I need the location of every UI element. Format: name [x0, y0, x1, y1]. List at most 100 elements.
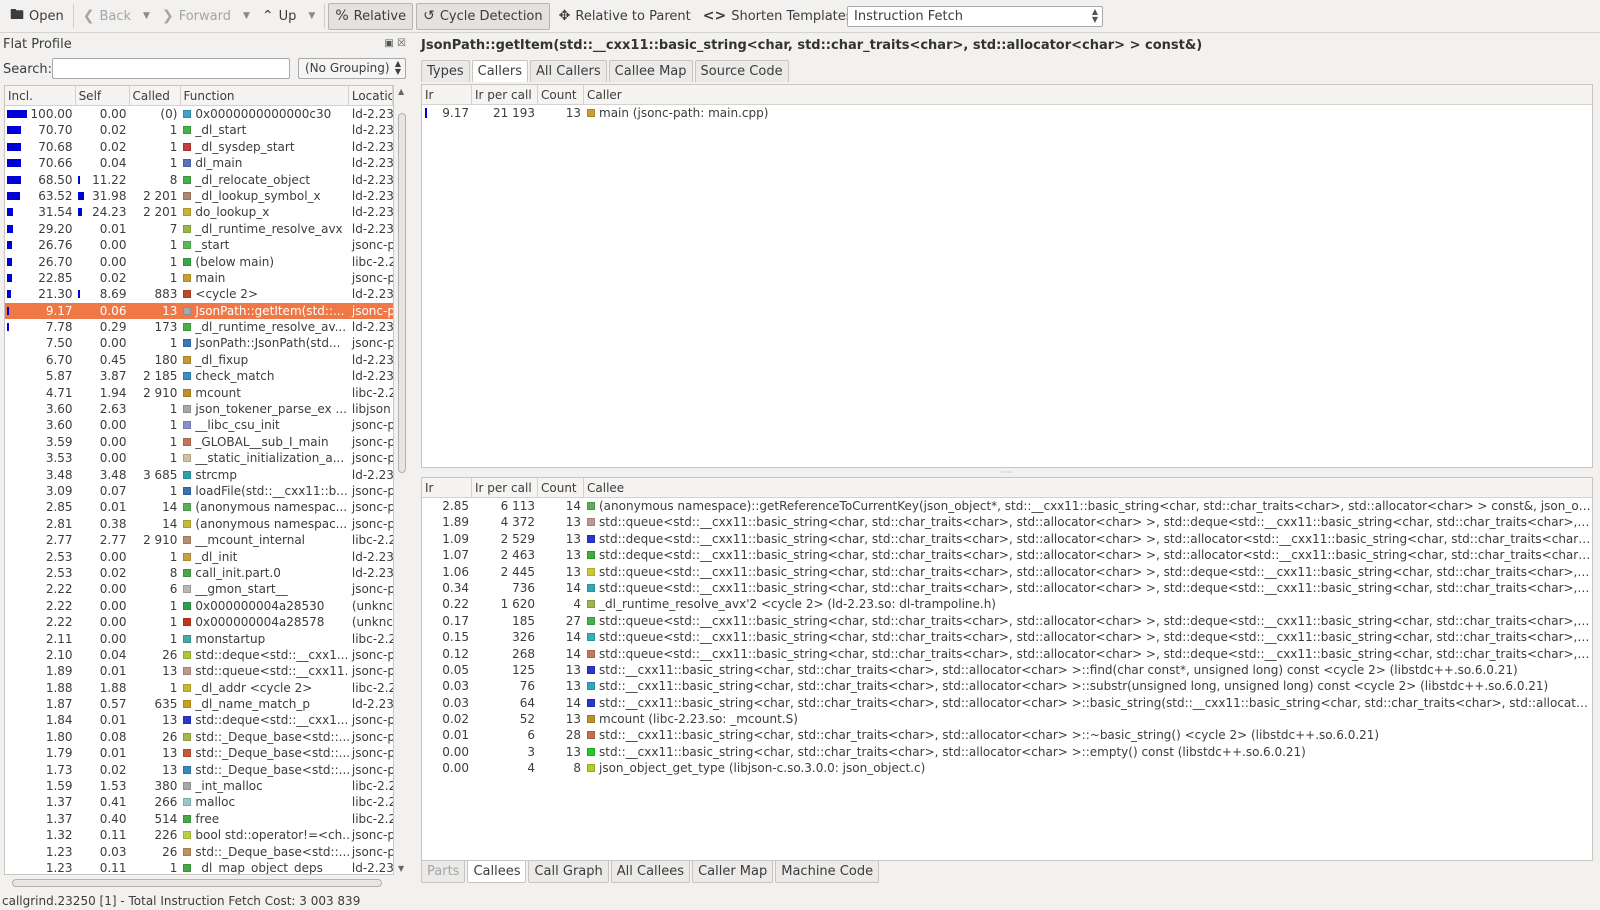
- list-item[interactable]: 0.05 125 13 std::__cxx11::basic_string<char…: [422, 662, 1592, 678]
- table-row[interactable]: 1.89 0.01 13 std::queue<std::__cxx11... json…: [5, 663, 393, 679]
- table-row[interactable]: 2.53 0.02 8 call_init.part.0 ld-2.23: [5, 565, 393, 581]
- table-row[interactable]: 7.50 0.00 1 JsonPath::JsonPath(std... jsonc-…: [5, 335, 393, 351]
- list-item[interactable]: 0.34 736 14 std::queue<std::__cxx11::basic_…: [422, 580, 1592, 596]
- relative-toggle[interactable]: % Relative: [328, 2, 414, 30]
- table-row[interactable]: 1.59 1.53 380 _int_malloc libc-2.2: [5, 778, 393, 794]
- tab-callees[interactable]: Callees: [467, 861, 527, 883]
- table-row[interactable]: 70.68 0.02 1 _dl_sysdep_start ld-2.23: [5, 139, 393, 155]
- forward-button[interactable]: ❯ Forward: [156, 3, 237, 30]
- table-row[interactable]: 3.09 0.07 1 loadFile(std::__cxx11::b... json…: [5, 483, 393, 499]
- flat-profile-vscroll[interactable]: ▲ ▼: [396, 85, 408, 875]
- table-row[interactable]: 3.60 0.00 1 __libc_csu_init jsonc-p: [5, 417, 393, 433]
- table-row[interactable]: 1.87 0.57 635 _dl_name_match_p ld-2.23: [5, 696, 393, 712]
- cycle-detection-toggle[interactable]: ↺ Cycle Detection: [416, 2, 550, 30]
- list-item[interactable]: 0.02 52 13 mcount (libc-2.23.so: _mcount.S): [422, 711, 1592, 727]
- event-type-combo[interactable]: Instruction Fetch ▲ ▼: [847, 6, 1103, 27]
- table-row[interactable]: 21.30 8.69 883 <cycle 2> ld-2.23: [5, 286, 393, 302]
- flat-profile-table[interactable]: Incl. Self Called Function Location 100.…: [4, 85, 394, 875]
- table-row[interactable]: 2.11 0.00 1 monstartup libc-2.2: [5, 631, 393, 647]
- table-row[interactable]: 3.60 2.63 1 json_tokener_parse_ex ... libjso…: [5, 401, 393, 417]
- tab-caller-map[interactable]: Caller Map: [692, 861, 774, 883]
- table-row[interactable]: 1.80 0.08 26 std::_Deque_base<std::... jsonc…: [5, 729, 393, 745]
- callees-list[interactable]: Ir Ir per call Count Callee 2.85 6 113 14(…: [421, 477, 1593, 861]
- table-row[interactable]: 63.52 31.98 2 201 _dl_lookup_symbol_x ld-2.2…: [5, 188, 393, 204]
- table-row[interactable]: 2.81 0.38 14 (anonymous namespac... jsonc-p: [5, 516, 393, 532]
- table-row[interactable]: 29.20 0.01 7 _dl_runtime_resolve_avx ld-2.23: [5, 221, 393, 237]
- table-row[interactable]: 2.22 0.00 1 0x000000004a28578 (unknc: [5, 614, 393, 630]
- col-caller[interactable]: Caller: [584, 85, 1592, 104]
- table-row[interactable]: 2.53 0.00 1 _dl_init ld-2.23: [5, 549, 393, 565]
- shorten-templates-toggle[interactable]: <> Shorten Templates: [697, 3, 859, 30]
- col-count[interactable]: Count: [538, 85, 584, 104]
- table-row[interactable]: 2.22 0.00 1 0x000000004a28530 (unknc: [5, 598, 393, 614]
- table-row[interactable]: 2.10 0.04 26 std::deque<std::__cxx1... jsonc…: [5, 647, 393, 663]
- search-input[interactable]: [52, 58, 290, 79]
- list-item[interactable]: 1.89 4 372 13 std::queue<std::__cxx11::basi…: [422, 514, 1592, 530]
- col-function[interactable]: Function: [181, 86, 349, 105]
- col-incl[interactable]: Incl.: [5, 86, 76, 105]
- col-count[interactable]: Count: [538, 478, 584, 497]
- table-row[interactable]: 1.23 0.03 26 std::_Deque_base<std::... jsonc…: [5, 844, 393, 860]
- list-item[interactable]: 1.06 2 445 13 std::queue<std::__cxx11::basi…: [422, 564, 1592, 580]
- table-row[interactable]: 1.37 0.40 514 free libc-2.2: [5, 811, 393, 827]
- table-row[interactable]: 1.84 0.01 13 std::deque<std::__cxx1... jsonc…: [5, 712, 393, 728]
- table-row[interactable]: 7.78 0.29 173 _dl_runtime_resolve_av... ld-2…: [5, 319, 393, 335]
- list-item[interactable]: 0.01 6 28 std::__cxx11::basic_string<char, …: [422, 727, 1592, 743]
- col-ir[interactable]: Ir: [422, 478, 472, 497]
- table-row[interactable]: 1.23 0.11 1 _dl_map_object_deps ld-2.23: [5, 860, 393, 874]
- tab-all-callers[interactable]: All Callers: [530, 60, 607, 82]
- col-callee[interactable]: Callee: [584, 478, 1592, 497]
- table-row[interactable]: 26.76 0.00 1 _start jsonc-p: [5, 237, 393, 253]
- tab-all-callees[interactable]: All Callees: [610, 861, 691, 883]
- list-item[interactable]: 0.03 64 14 std::__cxx11::basic_string<char,…: [422, 695, 1592, 711]
- list-item[interactable]: 0.00 4 8 json_object_get_type (libjson-c.so…: [422, 760, 1592, 776]
- table-row[interactable]: 31.54 24.23 2 201 do_lookup_x ld-2.23: [5, 204, 393, 220]
- list-item[interactable]: 0.17 185 27 std::queue<std::__cxx11::basic_…: [422, 613, 1592, 629]
- table-row[interactable]: 1.32 0.11 226 bool std::operator!=<ch... jso…: [5, 827, 393, 843]
- list-item[interactable]: 2.85 6 113 14 (anonymous namespace)::getRef…: [422, 498, 1592, 514]
- relative-to-parent-toggle[interactable]: ✥ Relative to Parent: [553, 3, 697, 30]
- splitter-handle[interactable]: ·····: [1000, 468, 1013, 477]
- grouping-select[interactable]: (No Grouping) ▲ ▼: [298, 58, 406, 79]
- open-button[interactable]: 🖿 Open: [4, 3, 70, 30]
- forward-menu-arrow-icon[interactable]: ▼: [237, 11, 256, 21]
- tab-types[interactable]: Types: [421, 60, 470, 82]
- table-row[interactable]: 4.71 1.94 2 910 mcount libc-2.2: [5, 385, 393, 401]
- scroll-thumb[interactable]: [398, 113, 406, 473]
- table-row[interactable]: 2.22 0.00 6 __gmon_start__ jsonc-p: [5, 581, 393, 597]
- scroll-up-icon[interactable]: ▲: [398, 87, 404, 96]
- table-row[interactable]: 3.59 0.00 1 _GLOBAL__sub_I_main jsonc-p: [5, 434, 393, 450]
- col-called[interactable]: Called: [130, 86, 181, 105]
- table-row[interactable]: 3.48 3.48 3 685 strcmp ld-2.23: [5, 467, 393, 483]
- col-ir-per-call[interactable]: Ir per call: [472, 478, 538, 497]
- panel-float-close-buttons[interactable]: ▣ ☒: [384, 38, 406, 49]
- table-row[interactable]: 2.85 0.01 14 (anonymous namespac... jsonc-p: [5, 499, 393, 515]
- table-row[interactable]: 100.00 0.00 (0) 0x0000000000000c30 ld-2.23: [5, 106, 393, 122]
- tab-call-graph[interactable]: Call Graph: [528, 861, 609, 883]
- list-item[interactable]: 0.12 268 14 std::queue<std::__cxx11::basic_…: [422, 646, 1592, 662]
- table-row[interactable]: 26.70 0.00 1 (below main) libc-2.2: [5, 254, 393, 270]
- tab-machine-code[interactable]: Machine Code: [775, 861, 880, 883]
- table-row[interactable]: 1.79 0.01 13 std::_Deque_base<std::... jsonc…: [5, 745, 393, 761]
- tab-callers[interactable]: Callers: [471, 60, 529, 82]
- list-item[interactable]: 0.15 326 14 std::queue<std::__cxx11::basic_…: [422, 629, 1592, 645]
- tab-source-code[interactable]: Source Code: [694, 60, 789, 82]
- col-self[interactable]: Self: [76, 86, 130, 105]
- list-item[interactable]: 1.07 2 463 13 std::deque<std::__cxx11::basi…: [422, 547, 1592, 563]
- table-row[interactable]: 3.53 0.00 1 __static_initialization_a... jso…: [5, 450, 393, 466]
- callers-list[interactable]: Ir Ir per call Count Caller 9.17 21 193 13…: [421, 84, 1593, 468]
- table-row[interactable]: 1.88 1.88 1 _dl_addr <cycle 2> libc-2.2: [5, 680, 393, 696]
- tab-callee-map[interactable]: Callee Map: [608, 60, 693, 82]
- table-row[interactable]: 1.73 0.02 13 std::_Deque_base<std::... jsonc…: [5, 762, 393, 778]
- up-button[interactable]: ⌃ Up: [256, 3, 303, 30]
- back-button[interactable]: ❮ Back: [77, 3, 137, 30]
- col-ir[interactable]: Ir: [422, 85, 472, 104]
- table-row[interactable]: 6.70 0.45 180 _dl_fixup ld-2.23: [5, 352, 393, 368]
- tab-parts[interactable]: Parts: [421, 861, 466, 883]
- list-item[interactable]: 1.09 2 529 13 std::deque<std::__cxx11::basi…: [422, 531, 1592, 547]
- table-row[interactable]: 2.77 2.77 2 910 __mcount_internal libc-2.2: [5, 532, 393, 548]
- list-item[interactable]: 0.03 76 13 std::__cxx11::basic_string<char,…: [422, 678, 1592, 694]
- table-row[interactable]: 70.70 0.02 1 _dl_start ld-2.23: [5, 122, 393, 138]
- scroll-down-icon[interactable]: ▼: [398, 864, 404, 873]
- table-row[interactable]: 68.50 11.22 8 _dl_relocate_object ld-2.23: [5, 172, 393, 188]
